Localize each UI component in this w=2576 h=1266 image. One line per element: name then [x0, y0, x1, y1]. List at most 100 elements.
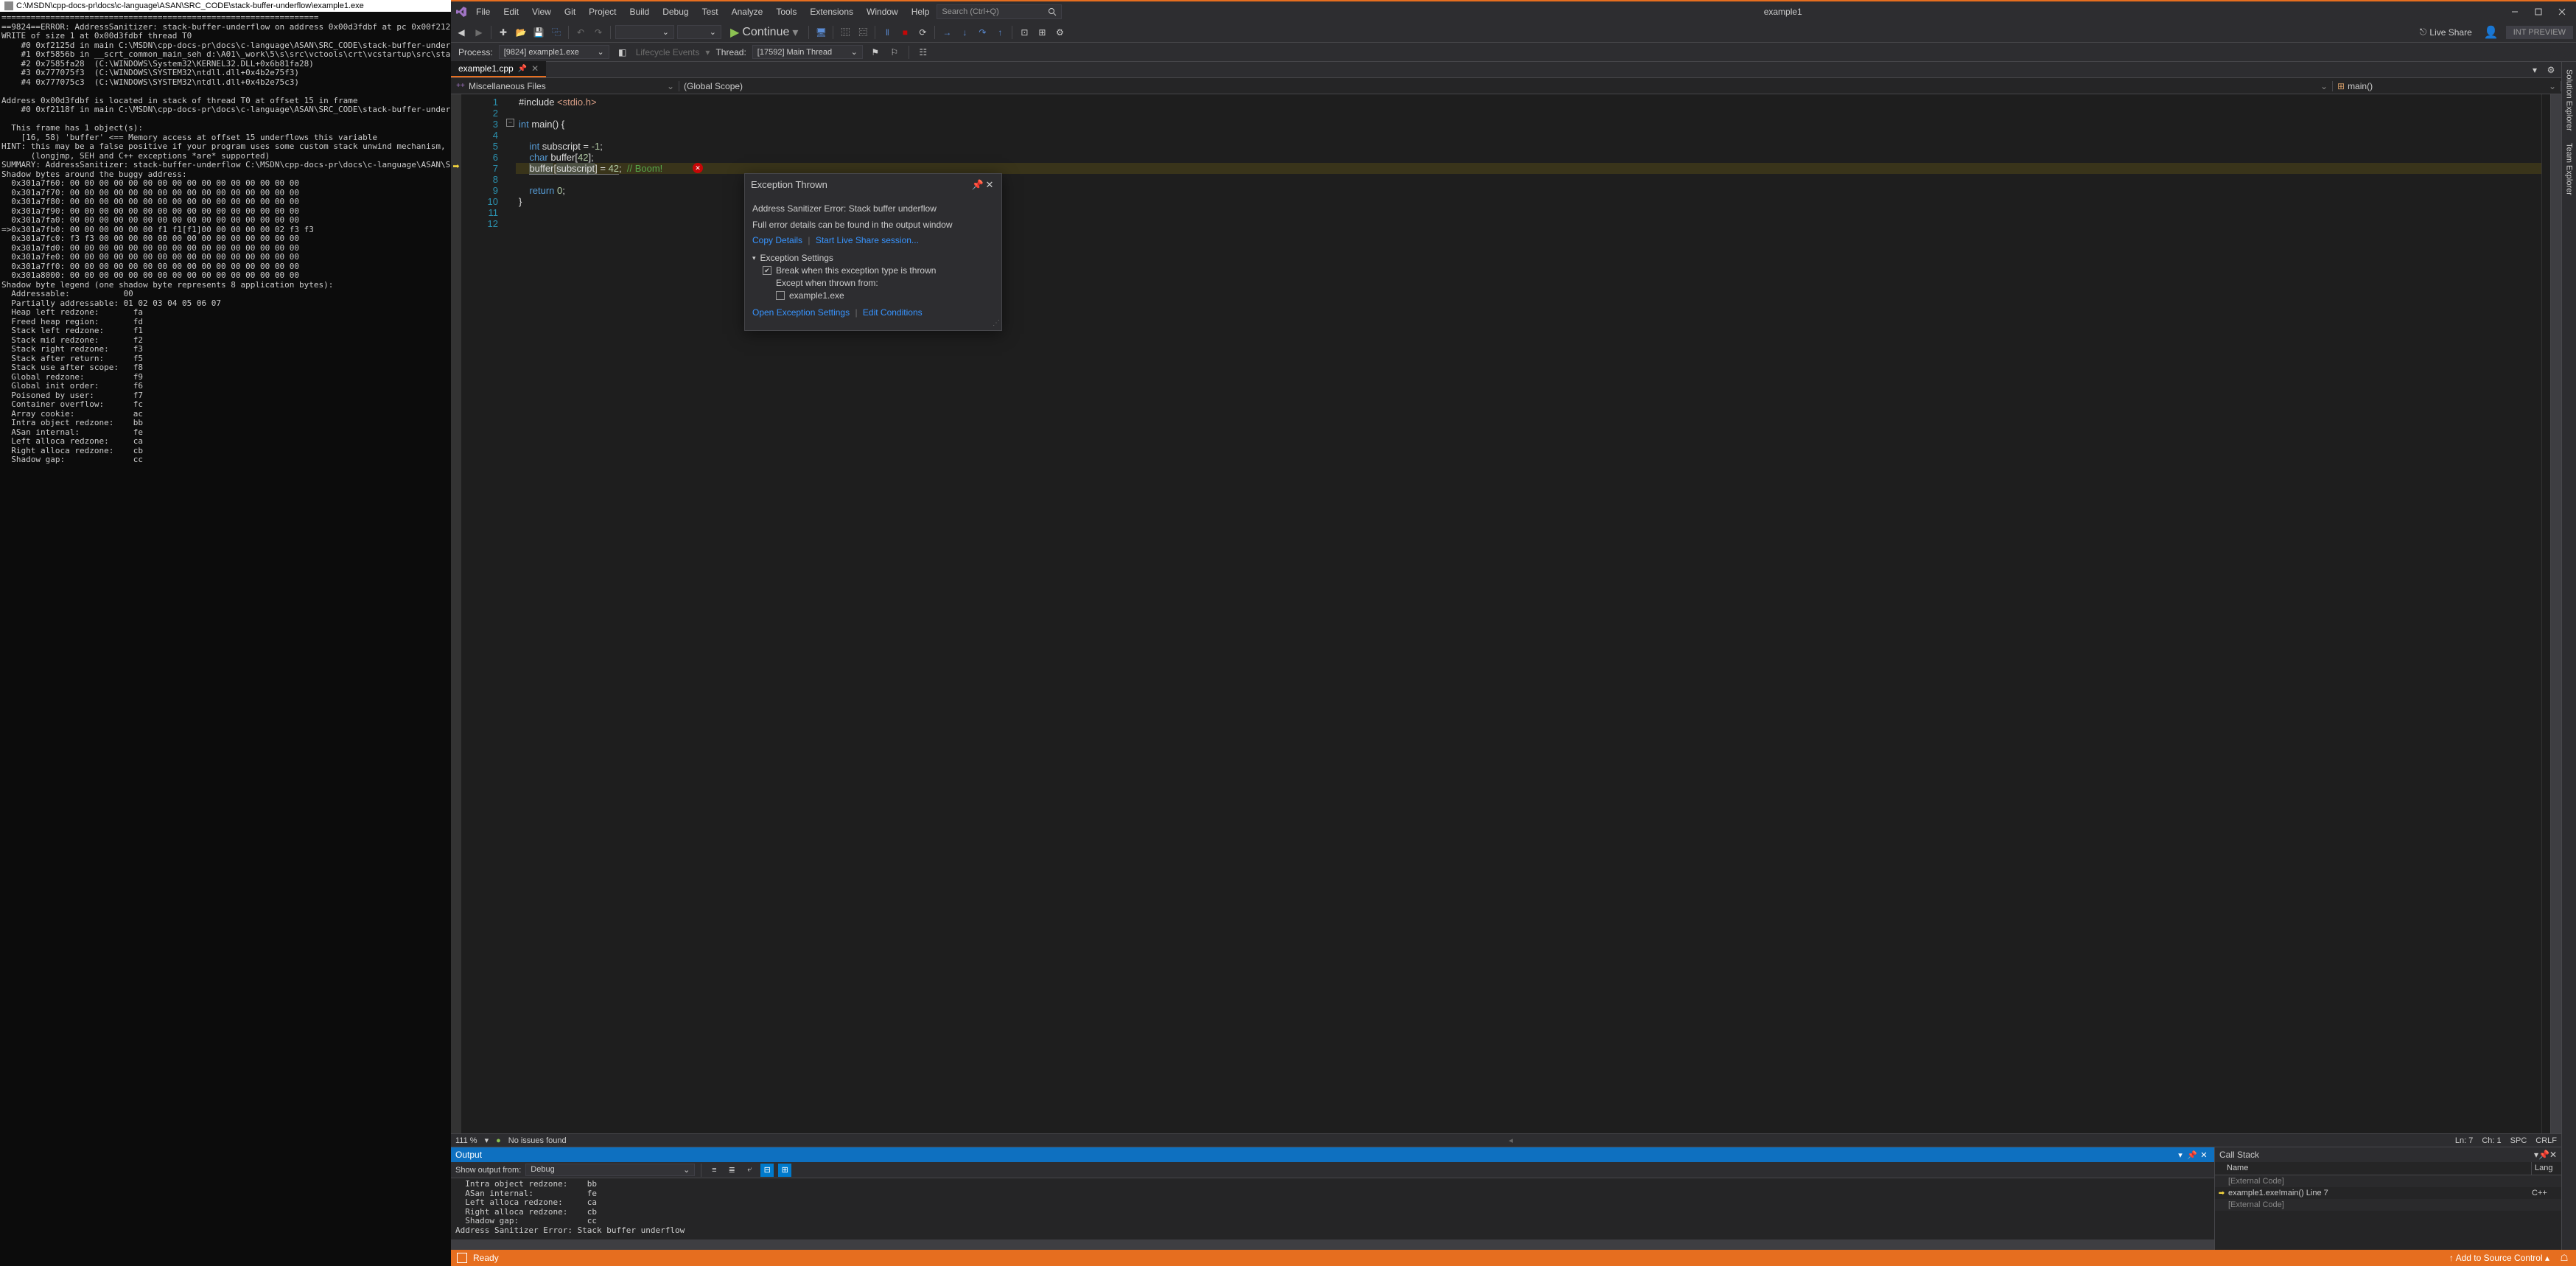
menu-test[interactable]: Test: [696, 4, 724, 20]
code-text[interactable]: #include <stdio.h> int main() { int subs…: [516, 94, 2541, 1133]
thread-combo[interactable]: [17592] Main Thread ⌄: [752, 45, 863, 59]
debug-target-button[interactable]: 🖥: [813, 25, 828, 40]
output-toggle2-button[interactable]: ⊞: [778, 1164, 791, 1177]
vs-logo-icon[interactable]: [454, 4, 469, 19]
eol-indicator[interactable]: CRLF: [2535, 1136, 2557, 1145]
feedback-button[interactable]: 👤: [2479, 25, 2503, 40]
output-pin-button[interactable]: 📌: [2186, 1149, 2198, 1161]
callstack-row[interactable]: [External Code]: [2215, 1175, 2561, 1187]
config-combo[interactable]: ⌄: [615, 25, 674, 39]
flag2-button[interactable]: ⚐: [888, 46, 901, 59]
output-h-scrollbar[interactable]: [451, 1239, 2214, 1250]
output-body[interactable]: Intra object redzone: bb ASan internal: …: [451, 1178, 2214, 1239]
resize-grip-icon[interactable]: ⋰: [993, 318, 1000, 329]
nav-function-combo[interactable]: ⊞ main() ⌄: [2333, 81, 2561, 91]
menu-git[interactable]: Git: [559, 4, 581, 20]
nav-scope-combo[interactable]: ++ Miscellaneous Files ⌄: [451, 81, 679, 91]
line-indicator[interactable]: Ln: 7: [2455, 1136, 2473, 1145]
tab-settings-button[interactable]: ⚙: [2544, 63, 2558, 77]
console-output[interactable]: ========================================…: [0, 12, 451, 1266]
callstack-row-current[interactable]: ➡ example1.exe!main() Line 7 C++: [2215, 1187, 2561, 1199]
step-over-button[interactable]: ↷: [975, 25, 990, 40]
misc1-button[interactable]: ⊡: [1017, 25, 1032, 40]
tab-dropdown-button[interactable]: ▾: [2527, 63, 2542, 77]
close-tab-icon[interactable]: ✕: [531, 63, 539, 74]
callstack-row[interactable]: [External Code]: [2215, 1199, 2561, 1211]
break-checkbox[interactable]: ✔: [763, 266, 771, 275]
save-all-button[interactable]: ⿻: [549, 25, 564, 40]
stop-button[interactable]: ■: [897, 25, 912, 40]
open-button[interactable]: 📂: [514, 25, 528, 40]
menu-window[interactable]: Window: [861, 4, 904, 20]
output-clear-button[interactable]: ≡: [707, 1164, 721, 1177]
step-group2-button[interactable]: ⿳: [855, 25, 870, 40]
step-out-button[interactable]: ↑: [993, 25, 1007, 40]
show-next-stmt-button[interactable]: →: [939, 25, 954, 40]
misc3-button[interactable]: ⚙: [1052, 25, 1067, 40]
menu-help[interactable]: Help: [906, 4, 936, 20]
step-into-button[interactable]: ↓: [957, 25, 972, 40]
callstack-pin-button[interactable]: 📌: [2538, 1150, 2549, 1160]
menu-debug[interactable]: Debug: [657, 4, 694, 20]
solution-explorer-tab[interactable]: Solution Explorer: [2563, 65, 2575, 136]
flag1-button[interactable]: ⚑: [869, 46, 882, 59]
menu-view[interactable]: View: [526, 4, 557, 20]
step-group1-button[interactable]: ⿲: [838, 25, 853, 40]
fold-column[interactable]: −: [505, 94, 516, 1133]
code-editor[interactable]: ➡ 1 2 3 4 5 6 7 8 9 10 11 12: [451, 94, 2561, 1133]
close-popup-button[interactable]: ✕: [984, 178, 995, 190]
team-explorer-tab[interactable]: Team Explorer: [2563, 139, 2575, 200]
output-close-button[interactable]: ✕: [2198, 1149, 2210, 1161]
output-wrap-button[interactable]: ⤶: [743, 1164, 756, 1177]
lifecycle-icon[interactable]: ◧: [615, 45, 630, 60]
char-indicator[interactable]: Ch: 1: [2482, 1136, 2501, 1145]
overview-ruler[interactable]: [2541, 94, 2550, 1133]
source-control-button[interactable]: ↑ Add to Source Control ▴: [2449, 1253, 2549, 1263]
file-tab-example1[interactable]: example1.cpp 📌 ✕: [451, 61, 546, 77]
restart-button[interactable]: ⟳: [915, 25, 930, 40]
menu-extensions[interactable]: Extensions: [804, 4, 859, 20]
spaces-indicator[interactable]: SPC: [2510, 1136, 2527, 1145]
zoom-level[interactable]: 111 %: [455, 1136, 477, 1145]
close-button[interactable]: [2551, 4, 2573, 20]
module-checkbox[interactable]: [776, 291, 785, 300]
callstack-header[interactable]: Call Stack ▾ 📌 ✕: [2215, 1147, 2561, 1162]
pin-popup-button[interactable]: 📌: [972, 178, 984, 190]
process-combo[interactable]: [9824] example1.exe ⌄: [499, 45, 609, 59]
edit-conditions-link[interactable]: Edit Conditions: [863, 307, 923, 318]
nav-class-combo[interactable]: (Global Scope) ⌄: [679, 81, 2333, 91]
maximize-button[interactable]: [2527, 4, 2549, 20]
continue-button[interactable]: ▶ Continue ▾: [724, 24, 804, 41]
menu-project[interactable]: Project: [583, 4, 622, 20]
menu-analyze[interactable]: Analyze: [726, 4, 769, 20]
platform-combo[interactable]: ⌄: [677, 25, 721, 39]
vs-titlebar[interactable]: File Edit View Git Project Build Debug T…: [451, 1, 2576, 22]
menu-file[interactable]: File: [470, 4, 496, 20]
copy-details-link[interactable]: Copy Details: [752, 235, 802, 245]
stack-frame-button[interactable]: ☷: [917, 46, 930, 59]
fold-toggle[interactable]: −: [506, 119, 514, 127]
nav-back-button[interactable]: ◀: [454, 25, 469, 40]
output-toggle1-button[interactable]: ⊟: [760, 1164, 774, 1177]
console-title-bar[interactable]: C:\MSDN\cpp-docs-pr\docs\c-language\ASAN…: [0, 0, 451, 12]
exception-settings-toggle-icon[interactable]: ▾: [752, 253, 756, 264]
save-button[interactable]: 💾: [531, 25, 546, 40]
output-source-combo[interactable]: Debug ⌄: [525, 1164, 695, 1176]
live-share-button[interactable]: ⎋ Live Share: [2415, 25, 2477, 39]
error-badge-icon[interactable]: ✕: [693, 163, 703, 173]
new-item-button[interactable]: ✚: [496, 25, 511, 40]
vertical-scrollbar[interactable]: [2550, 94, 2561, 1133]
pause-button[interactable]: ‖: [880, 25, 895, 40]
minimize-button[interactable]: [2504, 4, 2526, 20]
output-dropdown-button[interactable]: ▾: [2174, 1149, 2186, 1161]
callstack-close-button[interactable]: ✕: [2549, 1150, 2557, 1160]
menu-tools[interactable]: Tools: [770, 4, 802, 20]
start-liveshare-link[interactable]: Start Live Share session...: [816, 235, 919, 245]
menu-edit[interactable]: Edit: [497, 4, 525, 20]
open-exception-settings-link[interactable]: Open Exception Settings: [752, 307, 850, 318]
output-find-button[interactable]: ≣: [725, 1164, 738, 1177]
pin-icon[interactable]: 📌: [518, 65, 527, 73]
notifications-button[interactable]: ☖: [2558, 1252, 2570, 1264]
misc2-button[interactable]: ⊞: [1035, 25, 1049, 40]
output-header[interactable]: Output ▾ 📌 ✕: [451, 1147, 2214, 1162]
